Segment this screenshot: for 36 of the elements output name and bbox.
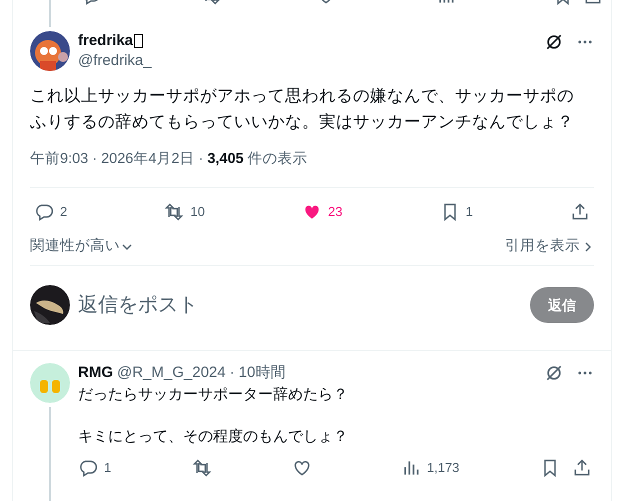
view-count: 3,405 (207, 150, 244, 169)
reply-text: キミにとって、その程度のもんでしょ？ (78, 427, 349, 447)
like-button[interactable]: 23 (302, 202, 342, 222)
reply-button[interactable]: 1 (78, 458, 112, 478)
reply-input-field[interactable]: 返信をポスト (78, 290, 530, 320)
views-button[interactable]: 1,173 (400, 458, 460, 478)
reply-icon (34, 202, 54, 222)
separator-dot: · (198, 150, 204, 169)
repost-icon (164, 202, 184, 222)
reply-text: だったらサッカーサポーター辞めたら？ (78, 385, 349, 405)
like-button[interactable] (292, 458, 312, 478)
display-name[interactable]: RMG (78, 362, 113, 384)
post-time[interactable]: 10時間 (238, 362, 286, 384)
reply-icon (78, 458, 98, 478)
user-handle[interactable]: @R_M_G_2024 (117, 362, 226, 384)
repost-button[interactable] (192, 458, 212, 478)
separator-dot: · (92, 150, 98, 169)
avatar[interactable] (30, 31, 70, 71)
post-text: これ以上サッカーサポがアホって思われるの嫌なんで、サッカーサポのふりするの辞めてもらっていいかな。実はサッカーアンチなんでしょ？ (30, 86, 575, 133)
share-button[interactable] (570, 202, 590, 222)
slashed-circle-icon[interactable] (544, 363, 564, 383)
repost-button[interactable]: 10 (164, 202, 205, 222)
user-handle[interactable]: @fredrika_ (78, 51, 544, 71)
sort-dropdown[interactable]: 関連性が高い (30, 236, 133, 258)
post-date[interactable]: 2026年4月2日 (101, 149, 194, 169)
reply-button[interactable]: 返信 (530, 287, 594, 323)
separator-dot: · (230, 362, 235, 383)
view-quotes-link[interactable]: 引用を表示 (505, 236, 594, 258)
share-button[interactable] (572, 458, 592, 478)
bookmark-button[interactable]: 1 (440, 202, 473, 222)
post-time[interactable]: 午前9:03 (30, 149, 88, 169)
views-label: 件の表示 (248, 150, 308, 169)
avatar[interactable] (30, 285, 70, 325)
slashed-circle-icon[interactable] (544, 32, 564, 52)
reply-button[interactable]: 2 (34, 202, 68, 222)
display-name[interactable]: fredrika (78, 30, 134, 52)
